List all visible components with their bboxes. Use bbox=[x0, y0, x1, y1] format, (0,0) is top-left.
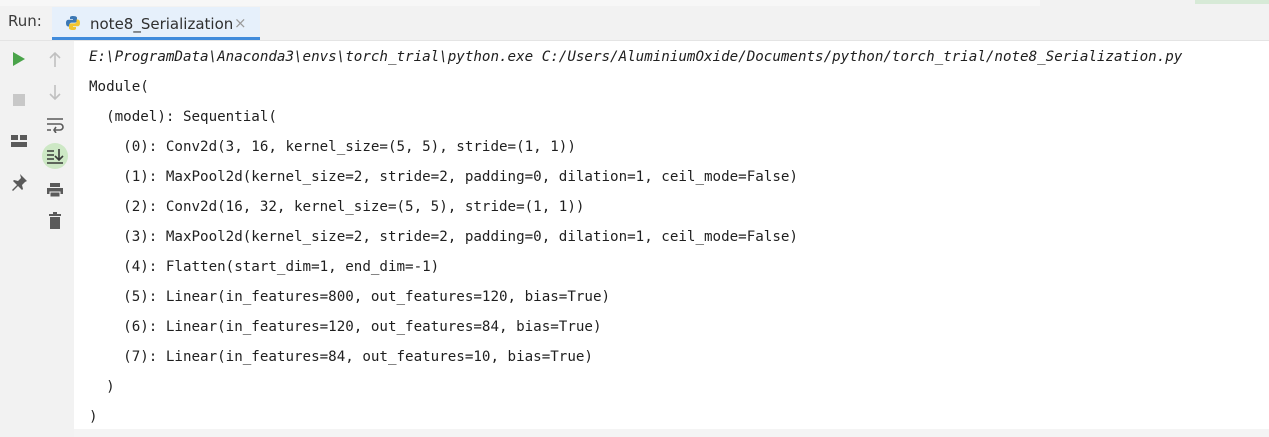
console-line: (4): Flatten(start_dim=1, end_dim=-1) bbox=[89, 259, 440, 275]
console-line: (5): Linear(in_features=800, out_feature… bbox=[89, 289, 611, 305]
pin-icon[interactable] bbox=[8, 171, 30, 193]
top-divider-accent bbox=[1195, 0, 1269, 4]
run-label: Run: bbox=[8, 12, 42, 30]
console-line: Module( bbox=[89, 79, 149, 95]
console-output[interactable]: E:\ProgramData\Anaconda3\envs\torch_tria… bbox=[74, 41, 1269, 429]
top-divider bbox=[0, 0, 1040, 6]
run-icon[interactable] bbox=[8, 48, 30, 70]
console-line: (3): MaxPool2d(kernel_size=2, stride=2, … bbox=[89, 229, 798, 245]
close-icon[interactable]: × bbox=[234, 15, 247, 31]
scroll-to-end-icon[interactable] bbox=[42, 143, 68, 169]
console-line: ) bbox=[89, 379, 115, 395]
console-line: ) bbox=[89, 409, 98, 425]
bottom-divider bbox=[74, 429, 1269, 437]
console-line: (1): MaxPool2d(kernel_size=2, stride=2, … bbox=[89, 169, 798, 185]
console-line-command: E:\ProgramData\Anaconda3\envs\torch_tria… bbox=[89, 49, 1183, 65]
stop-icon[interactable] bbox=[8, 89, 30, 111]
console-line: (0): Conv2d(3, 16, kernel_size=(5, 5), s… bbox=[89, 139, 576, 155]
console-line: (7): Linear(in_features=84, out_features… bbox=[89, 349, 593, 365]
layout-icon[interactable] bbox=[8, 130, 30, 152]
trash-icon[interactable] bbox=[44, 210, 66, 232]
console-line: (6): Linear(in_features=120, out_feature… bbox=[89, 319, 602, 335]
python-icon bbox=[65, 15, 81, 31]
run-tool-window-toolbar bbox=[0, 41, 74, 437]
tab-note8-serialization[interactable]: note8_Serialization × bbox=[52, 7, 260, 40]
console-line: (model): Sequential( bbox=[89, 109, 277, 125]
soft-wrap-icon[interactable] bbox=[44, 114, 66, 136]
run-toolbar: Run: note8_Serialization × bbox=[0, 0, 1269, 41]
print-icon[interactable] bbox=[44, 179, 66, 201]
arrow-down-icon[interactable] bbox=[44, 81, 66, 103]
tab-label: note8_Serialization bbox=[90, 15, 234, 33]
console-line: (2): Conv2d(16, 32, kernel_size=(5, 5), … bbox=[89, 199, 585, 215]
arrow-up-icon[interactable] bbox=[44, 49, 66, 71]
